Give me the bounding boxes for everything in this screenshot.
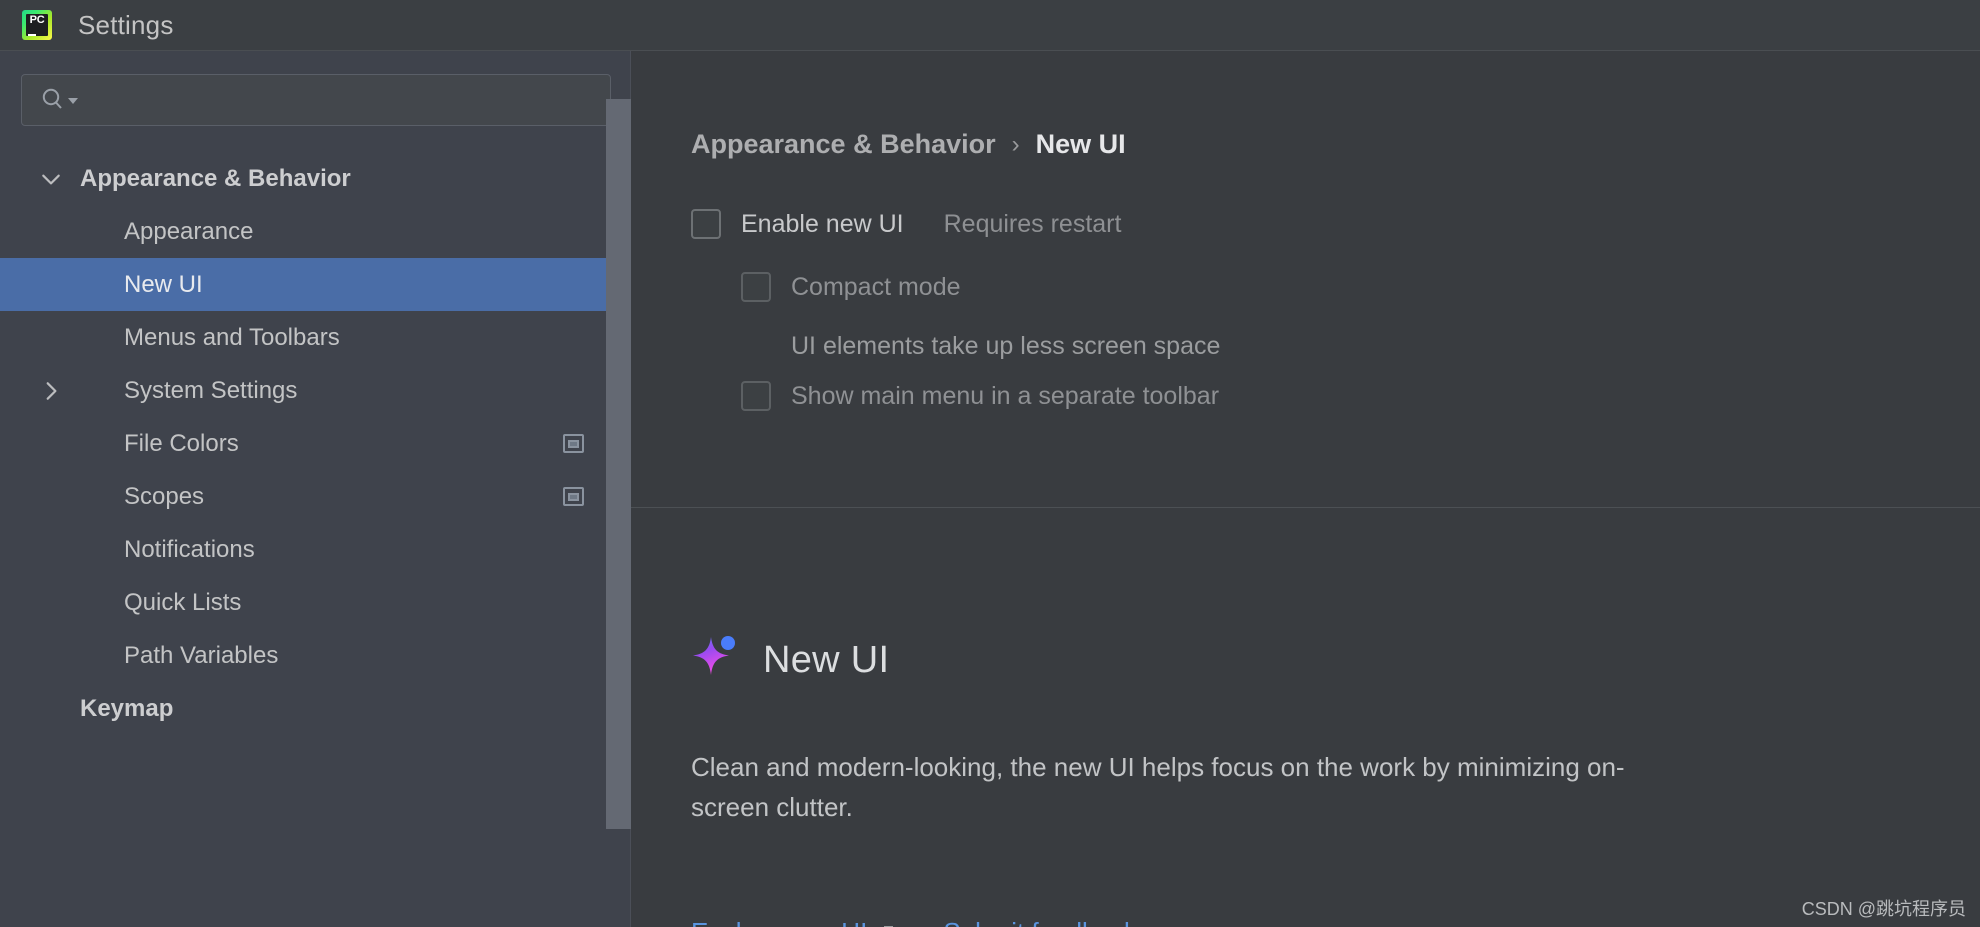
compact-mode-description: UI elements take up less screen space [791,332,1221,360]
breadcrumb-separator-icon: › [1011,130,1020,158]
enable-new-ui-label[interactable]: Enable new UI [741,210,904,239]
sidebar-item-label: Keymap [80,694,174,722]
settings-tree: Appearance & Behavior Appearance New UI Men… [0,152,631,927]
window-title: Settings [78,9,174,40]
sidebar-item-label: Quick Lists [124,588,242,616]
chevron-down-icon[interactable] [40,168,62,190]
sidebar-item-new-ui[interactable]: New UI [0,258,631,311]
search-input[interactable] [79,89,610,111]
sidebar-item-path-variables[interactable]: Path Variables [0,629,631,682]
sidebar-item-file-colors[interactable]: File Colors [0,417,631,470]
window-titlebar: PC Settings [0,0,1980,51]
submit-feedback-link[interactable]: Submit feedback... [943,917,1158,927]
compact-mode-checkbox[interactable] [741,272,771,302]
breadcrumb: Appearance & Behavior › New UI [691,129,1126,160]
new-ui-promo-header: New UI [691,633,889,687]
enable-new-ui-hint: Requires restart [943,209,1122,238]
sidebar-item-appearance[interactable]: Appearance [0,205,631,258]
sidebar-item-system-settings[interactable]: System Settings [0,364,631,417]
watermark: CSDN @跳坑程序员 [1801,899,1966,919]
breadcrumb-parent[interactable]: Appearance & Behavior [691,129,996,160]
sidebar-item-quick-lists[interactable]: Quick Lists [0,576,631,629]
sidebar-item-label: Notifications [124,535,255,563]
search-field[interactable] [21,74,611,126]
settings-main-panel: Appearance & Behavior › New UI Enable ne… [631,51,1980,927]
new-ui-promo-links: Explore new UI Submit feedback... [691,917,1159,927]
compact-mode-row[interactable]: Compact mode [741,272,961,302]
sidebar-item-notifications[interactable]: Notifications [0,523,631,576]
external-link-icon [877,923,897,927]
settings-window-badge-icon [563,487,584,506]
enable-new-ui-checkbox[interactable] [691,209,721,239]
explore-new-ui-link[interactable]: Explore new UI [691,917,867,927]
compact-mode-label[interactable]: Compact mode [791,273,961,302]
settings-sidebar: Appearance & Behavior Appearance New UI Men… [0,51,631,927]
sidebar-item-label: Menus and Toolbars [124,323,340,351]
sidebar-item-label: Appearance & Behavior [80,164,351,192]
show-main-menu-row[interactable]: Show main menu in a separate toolbar [741,381,1219,411]
sidebar-item-label: Path Variables [124,641,279,669]
chevron-right-icon[interactable] [40,380,62,402]
settings-window-badge-icon [563,434,584,453]
show-main-menu-label[interactable]: Show main menu in a separate toolbar [791,382,1219,411]
sidebar-item-scopes[interactable]: Scopes [0,470,631,523]
sidebar-item-menus-and-toolbars[interactable]: Menus and Toolbars [0,311,631,364]
new-ui-promo-description: Clean and modern-looking, the new UI hel… [691,752,1625,822]
sidebar-scrollbar[interactable] [606,51,631,927]
sidebar-item-label: System Settings [124,376,298,404]
sidebar-scrollbar-thumb[interactable] [606,99,631,829]
search-icon[interactable] [40,87,79,113]
pycharm-icon-underscore [28,34,36,36]
sidebar-item-label: Scopes [124,482,205,510]
sidebar-item-label: File Colors [124,429,239,457]
sidebar-item-label: Appearance [124,217,254,245]
section-divider [631,507,1980,508]
breadcrumb-current: New UI [1035,129,1126,159]
sidebar-item-appearance-behavior[interactable]: Appearance & Behavior [0,152,631,205]
show-main-menu-checkbox[interactable] [741,381,771,411]
pycharm-icon: PC [22,10,52,40]
pycharm-icon-label: PC [26,14,48,36]
sidebar-item-label: New UI [124,270,203,298]
new-ui-promo-title: New UI [763,638,890,681]
enable-new-ui-row[interactable]: Enable new UI Requires restart [691,209,1121,239]
sidebar-item-keymap[interactable]: Keymap [0,682,631,735]
sparkle-icon [691,633,745,687]
